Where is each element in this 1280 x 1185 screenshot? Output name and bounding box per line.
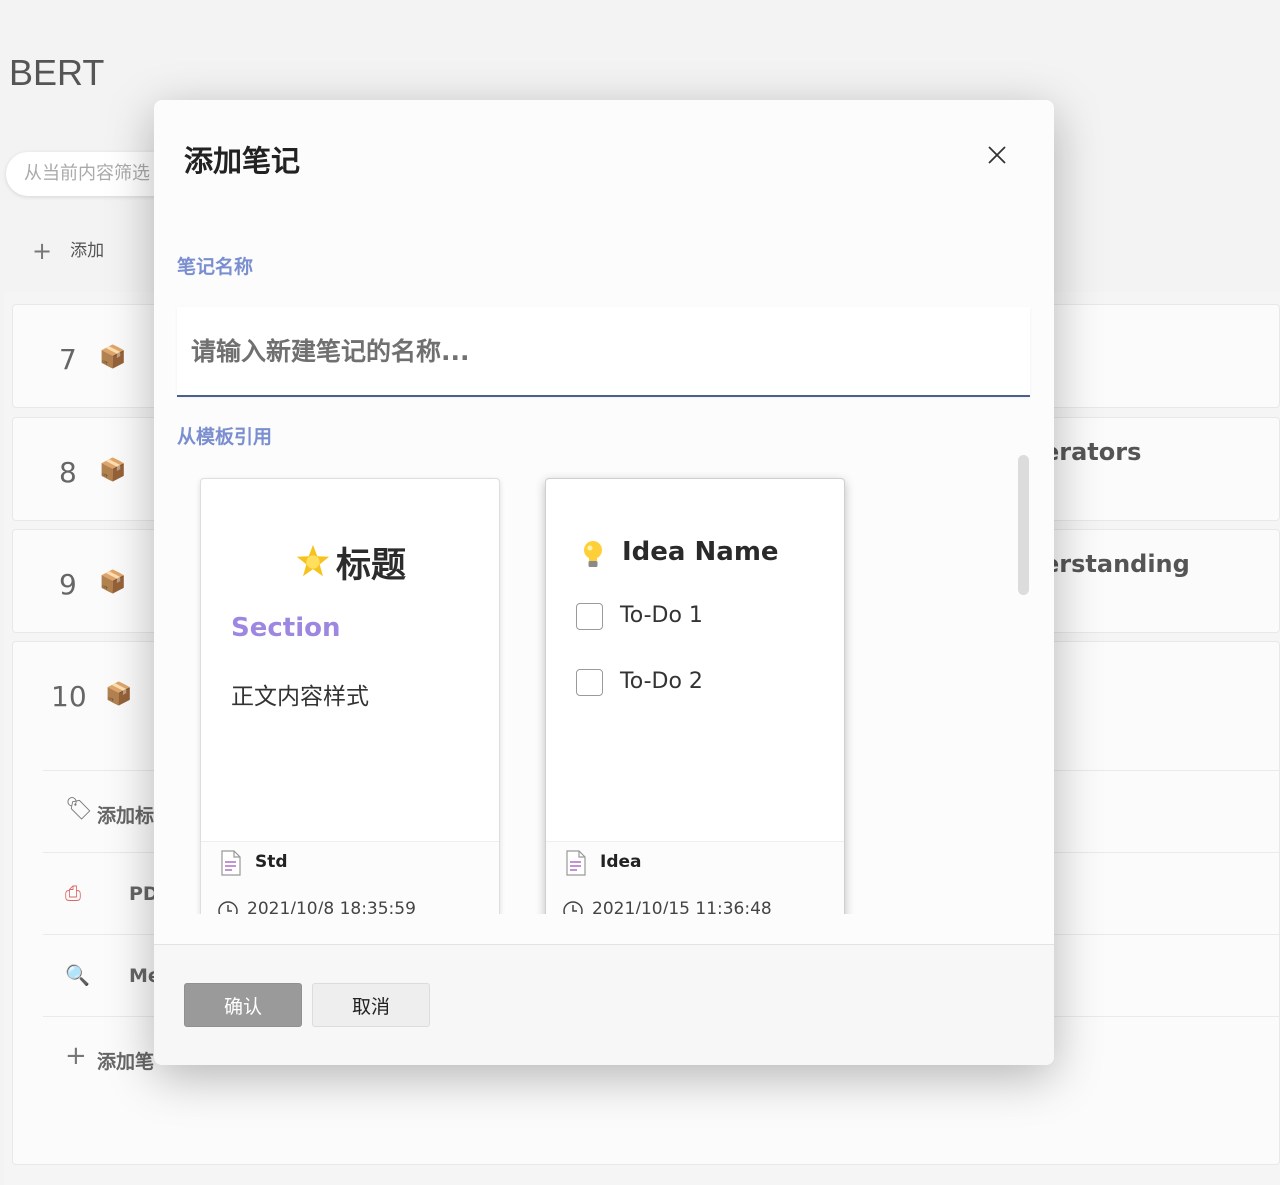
note-name-input[interactable] [177,307,1030,397]
template-section: Section [231,613,341,643]
template-heading: Idea Name [622,537,779,567]
document-icon [566,850,586,876]
document-icon [221,850,241,876]
item-number: 8 [59,456,77,489]
item-title: erstanding [1043,550,1190,578]
lightbulb-icon [584,541,602,567]
confirm-button[interactable]: 确认 [184,983,302,1027]
add-note-label: 添加笔 [97,1051,155,1073]
package-icon: 📦 [99,458,127,483]
cancel-button[interactable]: 取消 [312,983,430,1027]
close-button[interactable] [980,138,1014,172]
search-doc-icon: 🔍 [65,963,90,987]
template-list[interactable]: 标题 Section 正文内容样式 Std 2021/10/8 18:35:59 [184,460,1034,914]
dialog-footer: 确认 取消 [154,945,1054,1065]
template-heading: 标题 [201,537,499,588]
page-title: BERT [9,52,105,93]
clock-icon [218,901,238,914]
todo-checkbox[interactable] [576,669,603,696]
package-icon: 📦 [99,570,127,595]
add-tag-label: 添加标 [97,805,155,827]
package-icon: 📦 [99,345,127,370]
template-card-idea[interactable]: Idea Name To-Do 1 To-Do 2 Idea 2021/10/1… [545,478,845,914]
close-icon [988,146,1006,164]
todo-label: To-Do 1 [620,603,703,628]
item-number: 9 [59,568,77,601]
plus-icon: + [65,1041,87,1071]
item-number: 10 [51,680,87,713]
todo-label: To-Do 2 [620,669,703,694]
add-button[interactable]: + 添加 [32,236,104,265]
template-name: Std [255,852,288,872]
template-heading-text: 标题 [335,546,406,586]
item-number: 7 [59,343,77,376]
template-scrollbar[interactable] [1018,455,1029,595]
clock-icon [563,901,583,914]
package-icon: 📦 [105,682,133,707]
tag-icon: 🏷 [65,797,93,822]
template-time: 2021/10/8 18:35:59 [247,899,416,914]
add-note-dialog: 添加笔记 笔记名称 从模板引用 标题 Section 正文内容样式 [154,100,1054,1065]
template-body: 正文内容样式 [231,684,369,710]
pdf-icon: ⎙ [65,881,81,905]
template-time: 2021/10/15 11:36:48 [592,899,772,914]
template-card-std[interactable]: 标题 Section 正文内容样式 Std 2021/10/8 18:35:59 [200,478,500,914]
todo-checkbox[interactable] [576,603,603,630]
plus-icon: + [32,237,53,265]
template-footer: Idea 2021/10/15 11:36:48 [546,841,844,914]
item-title: erators [1043,438,1142,466]
template-label: 从模板引用 [177,426,273,448]
dialog-title: 添加笔记 [184,144,301,178]
add-label: 添加 [70,241,105,261]
template-name: Idea [600,852,642,872]
template-footer: Std 2021/10/8 18:35:59 [201,841,499,914]
star-icon [296,544,330,577]
note-name-label: 笔记名称 [177,256,254,278]
